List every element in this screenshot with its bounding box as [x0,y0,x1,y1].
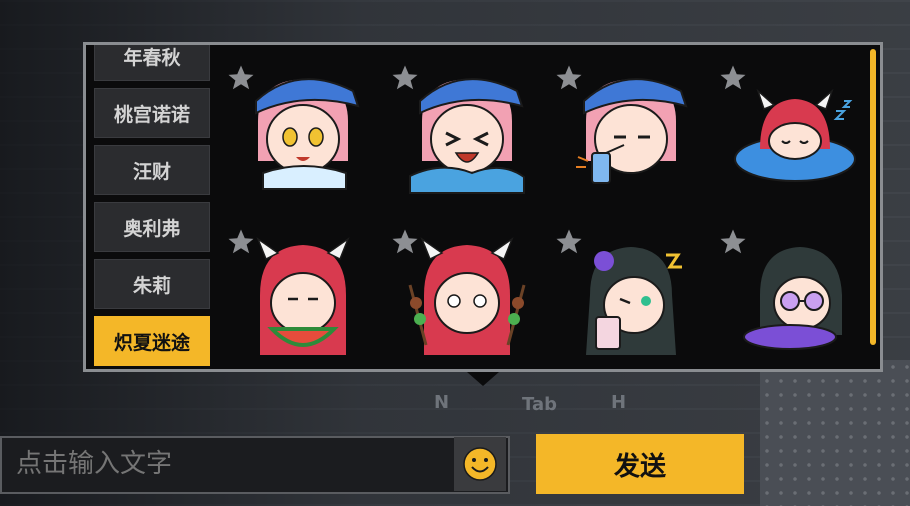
sticker-dark-hair-angry-can [586,247,682,355]
sticker-item[interactable] [712,51,862,201]
chat-input-box[interactable] [0,436,510,494]
sticker-item[interactable] [220,215,370,365]
tab-oliver[interactable]: 奥利弗 [94,202,210,252]
sticker-pink-hair-cap-smile [255,78,360,190]
chat-input[interactable] [14,448,448,480]
sticker-red-hair-horns-watermelon [256,236,350,355]
emoji-button[interactable] [454,437,506,491]
panel-pointer [467,372,499,386]
hud-key-h: H [611,392,627,413]
smiley-icon [463,447,497,481]
tab-julie[interactable]: 朱莉 [94,259,210,309]
sticker-item[interactable] [548,51,698,201]
sticker-red-hair-horns-skewers [408,236,526,355]
send-button[interactable]: 发送 [536,434,744,494]
sticker-tab-list[interactable]: 年春秋 桃宫诺诺 汪财 奥利弗 朱莉 炽夏迷途 [90,45,214,371]
sticker-item[interactable] [712,215,862,365]
sticker-dark-hair-sunglasses-float [743,247,842,350]
sticker-pink-hair-cap-drink [576,78,688,184]
sticker-grid [220,51,872,369]
hud-key-tab: Tab [522,394,557,415]
sticker-scrollbar[interactable] [870,49,876,345]
sticker-panel: 年春秋 桃宫诺诺 汪财 奥利弗 朱莉 炽夏迷途 [83,42,883,372]
sticker-item[interactable] [384,215,534,365]
tab-nian-chunqiu[interactable]: 年春秋 [94,45,210,81]
tab-wangcai[interactable]: 汪财 [94,145,210,195]
background-floor [760,360,910,506]
hud-key-n: N [434,392,450,413]
sticker-item[interactable] [384,51,534,201]
sticker-red-hair-horns-float-sleep [734,88,856,182]
tab-taogong-nuonuo[interactable]: 桃宫诺诺 [94,88,210,138]
sticker-item[interactable] [548,215,698,365]
tab-chixia-mitu[interactable]: 炽夏迷途 [94,316,210,366]
sticker-item[interactable] [220,51,370,201]
sticker-pink-hair-cap-laugh [409,78,525,194]
